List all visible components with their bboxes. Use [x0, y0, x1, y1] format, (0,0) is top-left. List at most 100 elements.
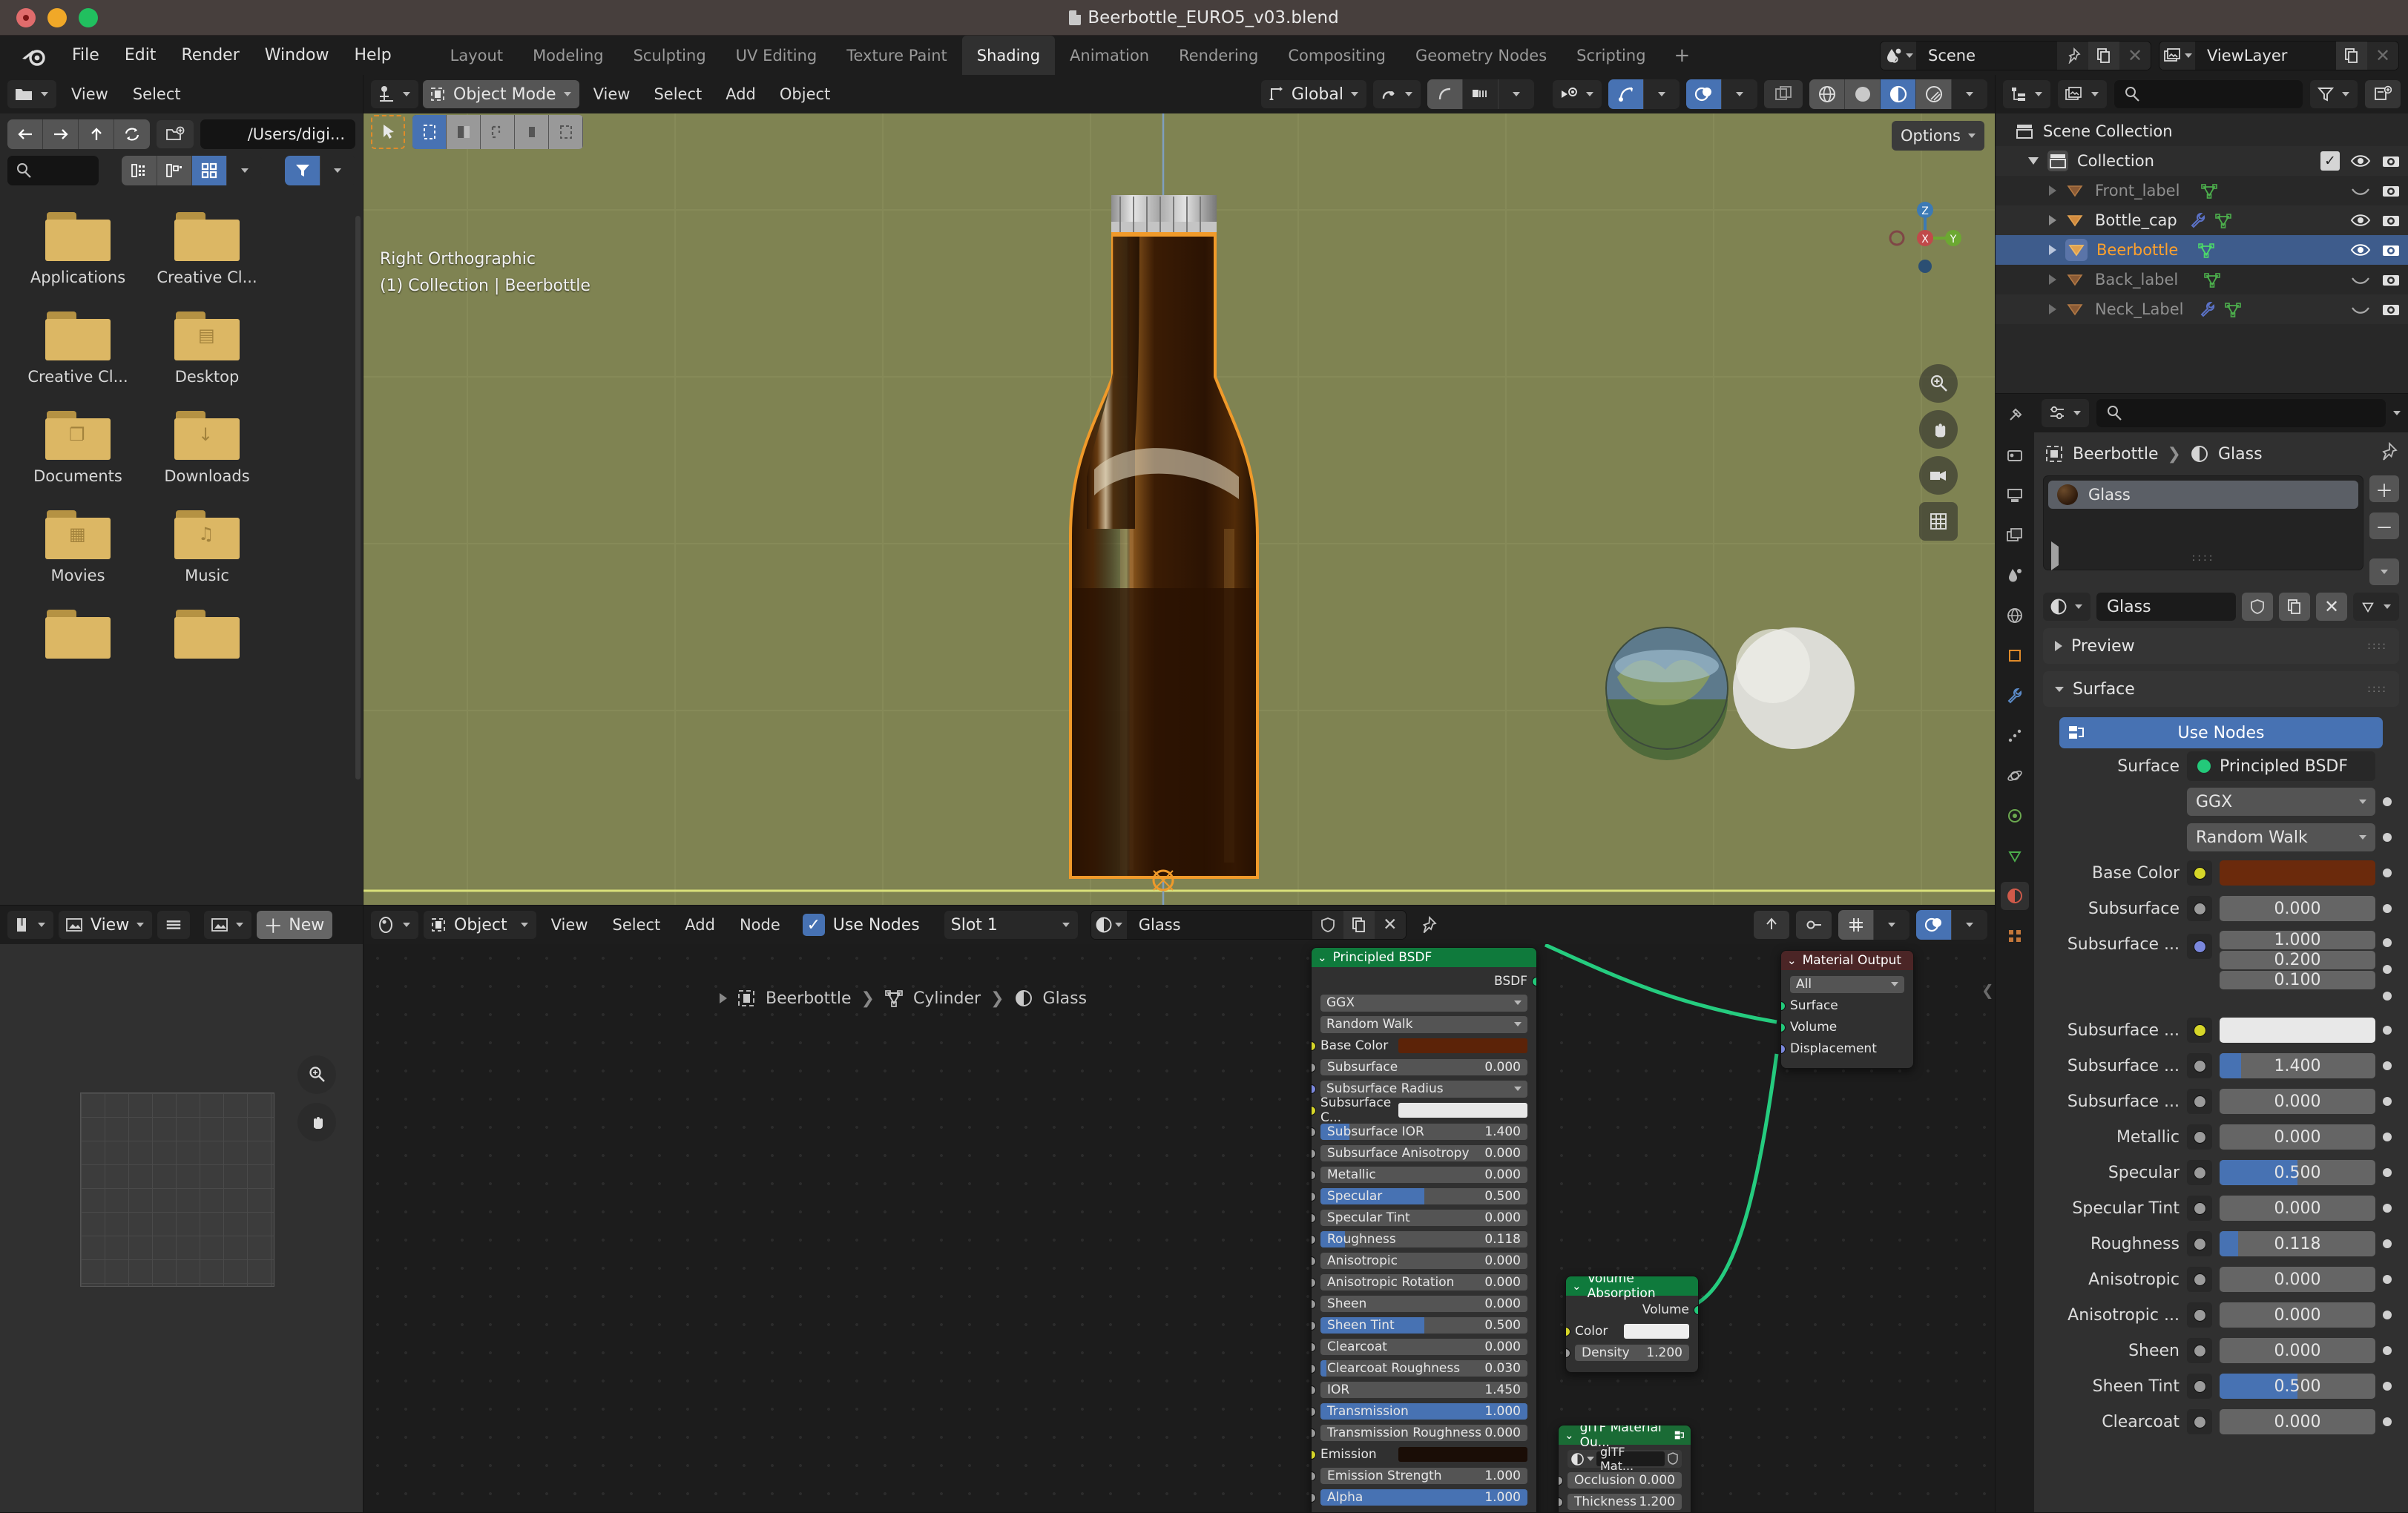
animate-property-dot[interactable] — [2383, 1026, 2392, 1035]
input-socket-button[interactable] — [2187, 1302, 2212, 1328]
nav-button-group[interactable] — [7, 119, 150, 149]
new-material-icon[interactable] — [1343, 911, 1375, 939]
node-output-volume[interactable]: Volume — [1566, 1300, 1698, 1319]
select-box2-icon[interactable] — [515, 115, 549, 149]
tab-layout[interactable]: Layout — [435, 36, 518, 75]
input-socket-button[interactable] — [2187, 1267, 2212, 1292]
viewport-menu-select[interactable]: Select — [644, 85, 711, 103]
animate-property-dot[interactable] — [2383, 965, 2392, 974]
new-image-button[interactable]: ＋ New — [257, 911, 333, 939]
material-slot-list[interactable]: Glass :::: — [2043, 475, 2363, 570]
animate-property-dot[interactable] — [2383, 904, 2392, 913]
subsurface-method-dropdown[interactable]: Random Walk — [2187, 823, 2375, 851]
node-input-roughness[interactable]: Roughness 0.118 — [1312, 1230, 1536, 1249]
specular-slider[interactable]: 0.500 — [2220, 1160, 2375, 1185]
subsurface-color-swatch[interactable] — [2220, 1018, 2375, 1043]
vector-y-input[interactable]: 0.200 — [2220, 951, 2375, 969]
shading-dropdown[interactable] — [1952, 79, 1987, 109]
animate-property-dot[interactable] — [2383, 938, 2392, 947]
scene-icon[interactable] — [1881, 41, 1916, 70]
panel-grip[interactable]: :::: — [2367, 683, 2387, 695]
node-dropdown-target[interactable]: All — [1781, 975, 1913, 994]
material-icon[interactable] — [1090, 911, 1127, 939]
animate-property-dot[interactable] — [2383, 1061, 2392, 1070]
mesh-data-icon[interactable] — [2197, 241, 2215, 259]
camera-icon[interactable] — [2381, 271, 2401, 289]
viewport-menu-object[interactable]: Object — [770, 85, 840, 103]
filebrowser-menu-view[interactable]: View — [62, 85, 118, 103]
folder-item-downloads[interactable]: ↓ Downloads — [142, 411, 272, 485]
object-mode-selector[interactable]: Object Mode — [423, 80, 579, 108]
pin-scene-icon[interactable] — [2057, 42, 2088, 70]
mesh-data-icon[interactable] — [2224, 300, 2242, 318]
input-socket-button[interactable] — [2187, 1409, 2212, 1434]
tab-modifiers[interactable] — [2001, 682, 2029, 710]
overlays-icon[interactable] — [1686, 79, 1722, 109]
input-socket-button[interactable] — [2187, 934, 2212, 959]
eye-closed-icon[interactable] — [2350, 301, 2371, 317]
material-name-input[interactable]: Glass — [2096, 593, 2236, 621]
material-list-expand-icon[interactable] — [2051, 541, 2059, 570]
zoom-icon[interactable] — [1919, 364, 1958, 403]
tab-geometry-nodes[interactable]: Geometry Nodes — [1401, 36, 1562, 75]
breadcrumb-material[interactable]: Glass — [2218, 445, 2263, 464]
tab-scripting[interactable]: Scripting — [1562, 36, 1660, 75]
anisotropic-slider[interactable]: 0.000 — [2220, 1267, 2375, 1292]
node-input-displacement[interactable]: Displacement — [1781, 1039, 1913, 1058]
shader-menu-node[interactable]: Node — [730, 916, 790, 934]
scene-name[interactable]: Scene — [1916, 41, 2057, 70]
zoom-icon[interactable] — [297, 1055, 336, 1094]
surface-shader-selector[interactable]: Principled BSDF — [2187, 751, 2375, 781]
overlays-group[interactable] — [1686, 79, 1757, 109]
wrench-modifier-icon[interactable] — [2189, 211, 2207, 229]
node-options-icon[interactable] — [1796, 911, 1832, 939]
parent-folder-icon[interactable] — [79, 119, 114, 149]
tab-texture-paint[interactable]: Texture Paint — [832, 36, 962, 75]
viewport-options-button[interactable]: Options — [1891, 121, 1984, 151]
folder-item-partial-1[interactable] — [13, 610, 142, 659]
input-socket-button[interactable] — [2187, 1018, 2212, 1043]
material-slot-selector[interactable]: Slot 1 — [944, 911, 1078, 939]
tab-constraints[interactable] — [2001, 802, 2029, 830]
tab-material[interactable] — [2001, 882, 2029, 910]
node-input-color[interactable]: Color — [1566, 1322, 1698, 1341]
node-input-specular-tint[interactable]: Specular Tint 0.000 — [1312, 1208, 1536, 1227]
viewlayer-name[interactable]: ViewLayer — [2195, 41, 2336, 70]
animate-property-dot[interactable] — [2383, 1097, 2392, 1106]
input-socket-button[interactable] — [2187, 1124, 2212, 1150]
animate-property-dot[interactable] — [2383, 1275, 2392, 1284]
tab-scene[interactable] — [2001, 561, 2029, 590]
node-material-output[interactable]: ⌄ Material Output All Surface Volume Dis… — [1780, 950, 1914, 1069]
snap-grid-icon[interactable] — [1838, 910, 1874, 940]
properties-options-dropdown[interactable] — [2393, 411, 2401, 415]
camera-icon[interactable] — [2381, 241, 2401, 259]
sheen-slider[interactable]: 0.000 — [2220, 1338, 2375, 1363]
outliner-row-scene-collection[interactable]: Scene Collection — [1996, 116, 2408, 146]
input-socket-button[interactable] — [2187, 1196, 2212, 1221]
pin-node-tree-icon[interactable] — [1412, 911, 1444, 939]
distribution-dropdown[interactable]: GGX — [2187, 788, 2375, 816]
node-overlay-group[interactable] — [1916, 910, 1987, 940]
node-volume-absorption[interactable]: ⌄ Volume Absorption Volume Color Density… — [1565, 1276, 1699, 1373]
tab-physics[interactable] — [2001, 762, 2029, 790]
input-socket-button[interactable] — [2187, 896, 2212, 921]
viewport-menu-view[interactable]: View — [584, 85, 640, 103]
delete-viewlayer-icon[interactable]: ✕ — [2367, 41, 2398, 70]
proportional-edit-group[interactable] — [1427, 79, 1534, 109]
thumbnail-view-icon[interactable] — [191, 156, 228, 185]
outliner-search-input[interactable] — [2114, 80, 2303, 108]
material-slot-item[interactable]: Glass — [2048, 481, 2358, 509]
eye-icon[interactable] — [2350, 153, 2371, 169]
pan-hand-icon[interactable] — [297, 1103, 336, 1141]
node-input-specular[interactable]: Specular 0.500 — [1312, 1187, 1536, 1206]
viewlayer-selector[interactable]: ViewLayer ✕ — [2159, 40, 2399, 70]
anisotropic-rotation-slider[interactable]: 0.000 — [2220, 1302, 2375, 1328]
animate-property-dot[interactable] — [2383, 1417, 2392, 1426]
input-socket-button[interactable] — [2187, 1053, 2212, 1078]
filter-dropdown[interactable] — [320, 156, 355, 185]
tab-output[interactable] — [2001, 481, 2029, 510]
outliner-row-bottle-cap[interactable]: Bottle_cap — [1996, 205, 2408, 235]
display-mode-dropdown[interactable] — [227, 156, 263, 185]
tab-world[interactable] — [2001, 601, 2029, 630]
wrench-modifier-icon[interactable] — [2199, 300, 2217, 318]
